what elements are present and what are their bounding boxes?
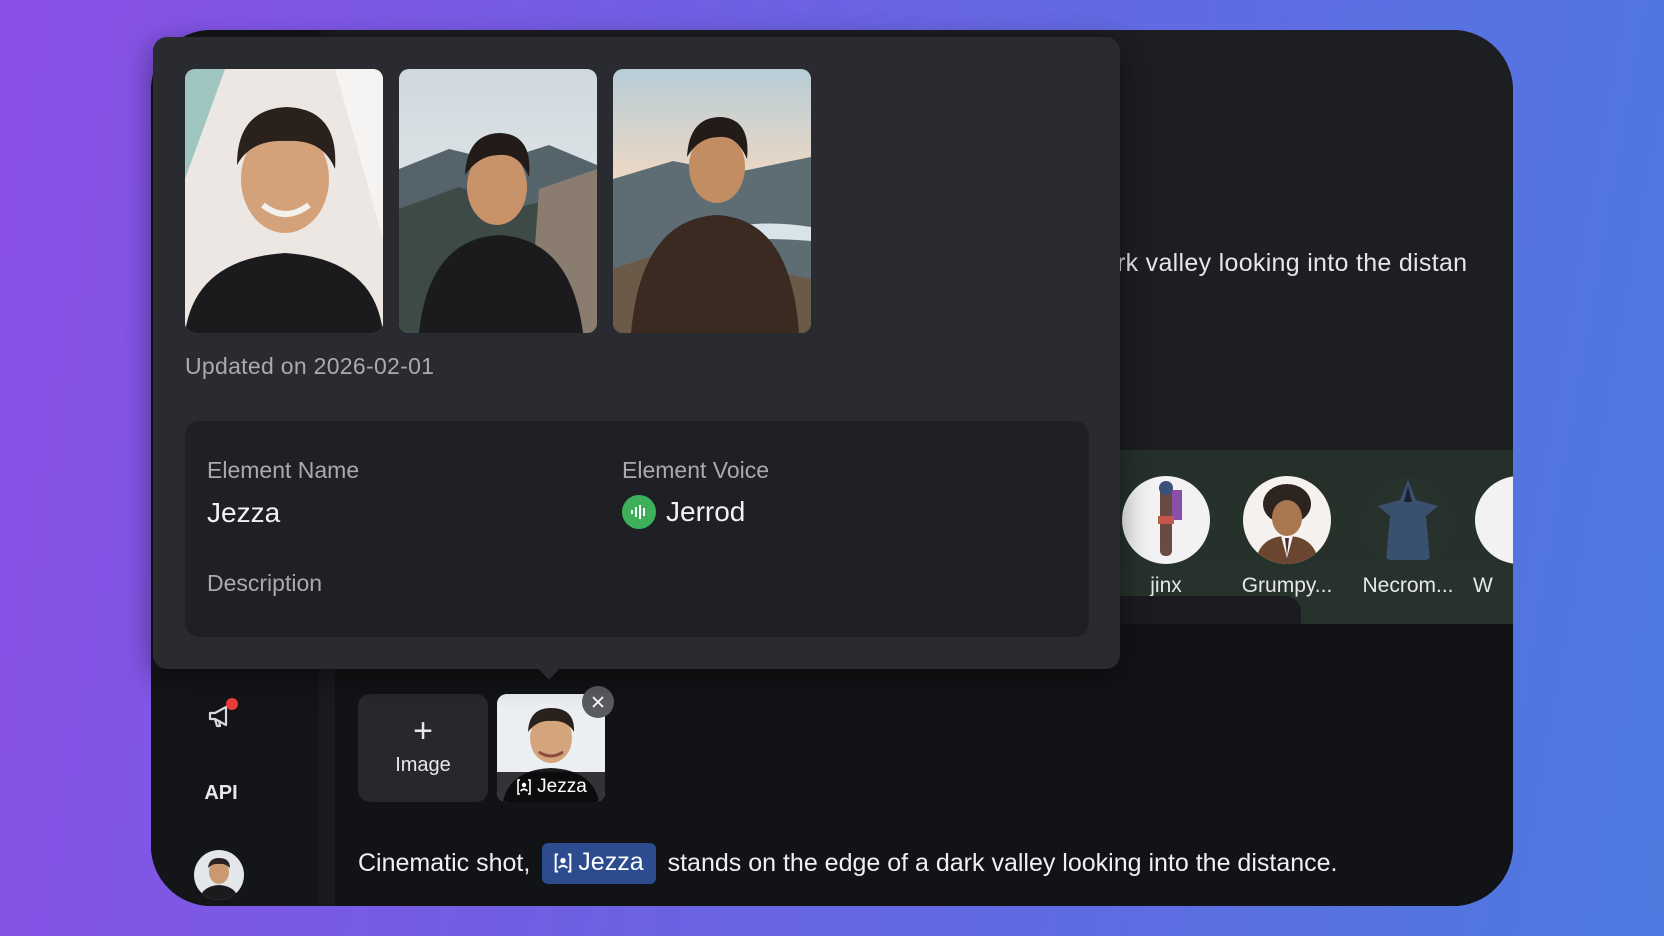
- add-image-button[interactable]: + Image: [358, 694, 488, 802]
- element-name-text: Jezza: [207, 497, 281, 528]
- element-voice-text: Jerrod: [666, 496, 746, 527]
- character-jinx[interactable]: jinx: [1111, 476, 1221, 598]
- notification-dot: [226, 698, 238, 710]
- character-grumpy[interactable]: Grumpy...: [1232, 476, 1342, 598]
- element-photo-1[interactable]: [185, 69, 383, 333]
- prompt-text[interactable]: Cinematic shot, Jezza stands on the edge…: [358, 843, 1338, 884]
- prompt-before: Cinematic shot,: [358, 849, 531, 877]
- character-partial[interactable]: W: [1457, 476, 1513, 598]
- portrait-smiling: [185, 69, 383, 333]
- element-chip-label: Jezza: [578, 848, 644, 876]
- element-voice-label: Element Voice: [622, 457, 770, 483]
- element-caption-text: Jezza: [537, 776, 587, 797]
- user-avatar[interactable]: [194, 850, 244, 900]
- element-detail-popup: Updated on 2026-02-01 Element Name Jezza…: [153, 37, 1120, 669]
- portrait-sunset: [613, 69, 811, 333]
- voice-waveform-icon: [622, 495, 656, 529]
- element-photo-3[interactable]: [613, 69, 811, 333]
- updated-date: Updated on 2026-02-01: [185, 353, 435, 379]
- element-info-card: Element Name Jezza Element Voice Jerrod …: [185, 421, 1089, 637]
- api-link[interactable]: API: [203, 782, 239, 805]
- popup-pointer: [536, 666, 562, 680]
- description-label: Description: [207, 570, 323, 596]
- element-chip[interactable]: Jezza: [542, 843, 656, 884]
- character-avatar: [1475, 476, 1513, 564]
- character-necromancer[interactable]: Necrom...: [1353, 476, 1463, 598]
- plus-icon: +: [413, 712, 433, 750]
- character-avatar: [1243, 476, 1331, 564]
- element-caption: Jezza: [497, 772, 605, 802]
- remove-element-button[interactable]: [582, 686, 614, 718]
- background-prompt-text: rk valley looking into the distan: [1117, 249, 1468, 277]
- element-name-value: Jezza: [207, 497, 280, 529]
- element-name-label: Element Name: [207, 457, 360, 483]
- element-photo-2[interactable]: [399, 69, 597, 333]
- element-icon: [554, 852, 572, 873]
- character-avatar: [1364, 476, 1452, 564]
- portrait-mountain: [399, 69, 597, 333]
- prompt-after: stands on the edge of a dark valley look…: [667, 849, 1338, 877]
- character-name: W: [1473, 574, 1493, 597]
- element-voice-value[interactable]: Jerrod: [622, 495, 745, 529]
- announcement-icon[interactable]: [203, 698, 239, 734]
- character-avatar: [1122, 476, 1210, 564]
- add-image-label: Image: [395, 754, 451, 776]
- element-icon: [517, 779, 531, 795]
- character-name: Grumpy...: [1241, 574, 1333, 597]
- character-name: Necrom...: [1362, 574, 1454, 597]
- close-icon: [592, 696, 604, 708]
- character-name: jinx: [1150, 574, 1182, 597]
